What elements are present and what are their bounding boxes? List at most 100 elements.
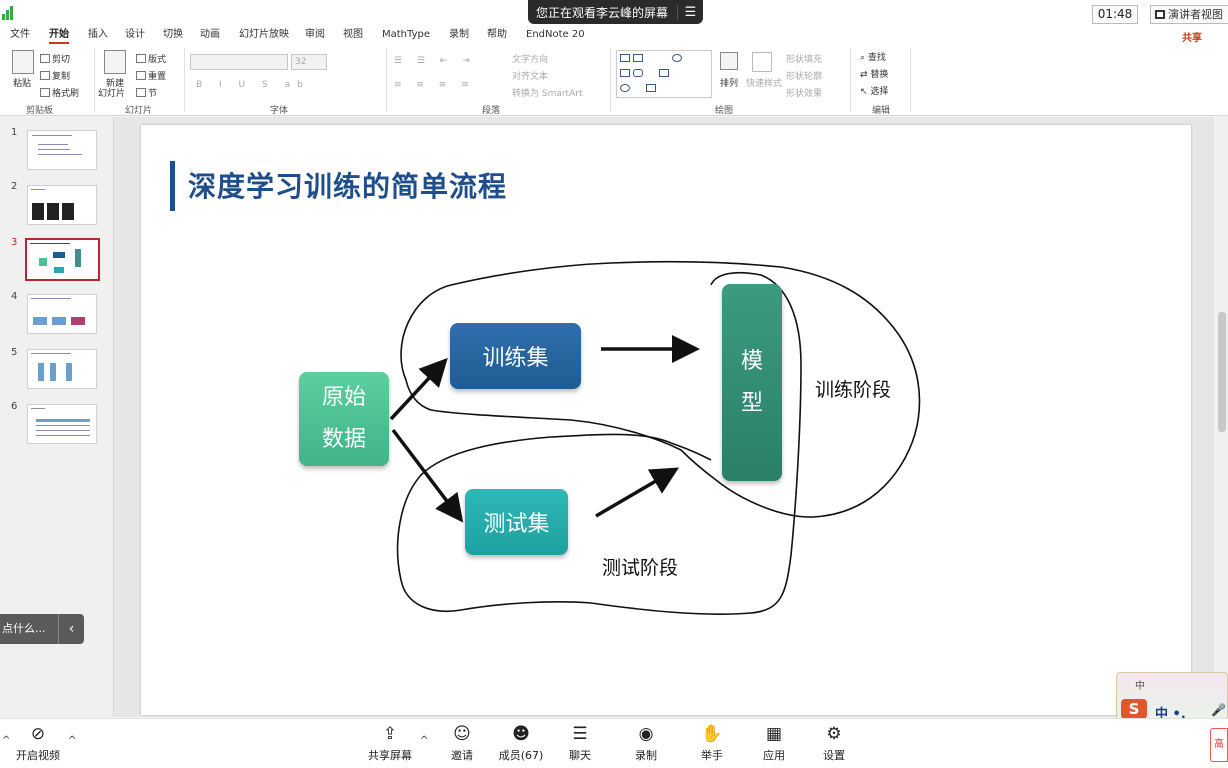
circle-icon[interactable] [620, 84, 630, 92]
text-direction-button[interactable]: 文字方向 [512, 52, 548, 65]
shape-effects-button[interactable]: 形状效果 [786, 86, 822, 99]
font-size-select[interactable]: 32 [291, 54, 327, 70]
thumb-number: 5 [11, 347, 18, 358]
chat-button[interactable]: ☰ 聊天 [550, 723, 610, 763]
shape-outline-button[interactable]: 形状轮廓 [786, 69, 822, 82]
rectangle-icon[interactable] [620, 69, 630, 77]
group-divider [910, 48, 911, 112]
paste-icon[interactable] [12, 50, 34, 74]
tab-transitions[interactable]: 切换 [163, 28, 183, 42]
share-screen-button[interactable]: ⇪ 共享屏幕 [360, 723, 420, 763]
paste-label[interactable]: 粘贴 [13, 76, 31, 89]
convert-smartart-button[interactable]: 转换为 SmartArt [512, 86, 582, 99]
quick-styles-icon[interactable] [752, 52, 772, 72]
tab-home[interactable]: 开始 [49, 28, 69, 44]
raise-hand-button[interactable]: ✋ 举手 [682, 723, 742, 763]
new-slide-label-2[interactable]: 幻灯片 [98, 86, 125, 99]
slide-thumbnail-3[interactable] [25, 238, 100, 281]
shapes-gallery[interactable] [616, 50, 712, 98]
tab-review[interactable]: 审阅 [305, 28, 325, 42]
chevron-up-icon[interactable]: ^ [420, 735, 428, 746]
slide[interactable]: 深度学习训练的简单流程 原始 数据 训练集 测试集 模 型 训练阶段 测试阶段 [141, 125, 1191, 715]
shape-fill-button[interactable]: 形状填充 [786, 52, 822, 65]
chat-label: 聊天 [569, 749, 591, 762]
settings-button[interactable]: ⚙ 设置 [804, 723, 864, 763]
layout-button[interactable]: 版式 [136, 52, 166, 65]
group-divider [610, 48, 611, 112]
presenter-view-button[interactable]: 演讲者视图 [1150, 5, 1228, 24]
copy-button[interactable]: 复制 [40, 69, 70, 82]
test-set-box[interactable]: 测试集 [465, 489, 568, 555]
arrange-label[interactable]: 排列 [720, 76, 738, 89]
rounded-rect-icon[interactable] [633, 69, 643, 77]
training-stage-label[interactable]: 训练阶段 [815, 375, 891, 402]
scrollbar-thumb[interactable] [1218, 312, 1226, 432]
format-painter-button[interactable]: 格式刷 [40, 86, 79, 99]
tab-slideshow[interactable]: 幻灯片放映 [239, 28, 289, 42]
raise-hand-label: 举手 [701, 749, 723, 762]
slide-thumbnail-6[interactable] [27, 404, 97, 444]
apps-grid-icon: ▦ [765, 724, 783, 744]
model-box[interactable]: 模 型 [722, 284, 782, 481]
testing-stage-label[interactable]: 测试阶段 [602, 553, 678, 580]
raw-data-line1: 原始 [321, 385, 366, 410]
textbox-vertical-icon[interactable] [633, 54, 643, 62]
arrow-test-to-model [595, 467, 680, 518]
align-buttons[interactable]: ≡ ≡ ≡ ≡ [394, 80, 475, 90]
tab-help[interactable]: 帮助 [487, 28, 507, 42]
slide-thumbnail-2[interactable] [27, 185, 97, 225]
ime-toolbar[interactable]: 中 S 中 •, 🎤 [1116, 672, 1228, 722]
microphone-icon[interactable]: 🎤 [1211, 703, 1226, 717]
align-text-button[interactable]: 对齐文本 [512, 69, 548, 82]
invite-button[interactable]: ☺ 邀请 [432, 723, 492, 763]
textbox-icon[interactable] [620, 54, 630, 62]
quick-styles-label[interactable]: 快速样式 [746, 76, 782, 89]
brush-icon [40, 88, 50, 97]
chevron-up-icon[interactable]: ^ [68, 735, 76, 746]
new-slide-icon[interactable] [104, 50, 126, 74]
thumb-number: 4 [11, 291, 18, 302]
font-format-buttons[interactable]: B I U S ab [196, 80, 310, 90]
chevron-left-icon[interactable]: ‹ [58, 614, 84, 644]
tab-mathtype[interactable]: MathType [382, 28, 430, 42]
screen-share-banner[interactable]: 您正在观看李云峰的屏幕 ☰ [528, 0, 703, 24]
slide-thumbnail-4[interactable] [27, 294, 97, 334]
reset-button[interactable]: 重置 [136, 69, 166, 82]
section-label: 节 [148, 89, 158, 99]
oval-icon[interactable] [672, 54, 682, 62]
list-buttons[interactable]: ☰ ☰ ⇤ ⇥ [394, 56, 476, 66]
slide-thumbnail-5[interactable] [27, 349, 97, 389]
tab-design[interactable]: 设计 [125, 28, 145, 42]
search-tooltip[interactable]: 点什么... ‹ [0, 614, 84, 644]
tab-file[interactable]: 文件 [10, 28, 30, 42]
tab-record[interactable]: 录制 [449, 28, 469, 42]
train-set-box[interactable]: 训练集 [450, 323, 581, 389]
tab-endnote[interactable]: EndNote 20 [526, 28, 585, 42]
side-chip[interactable]: 高 [1210, 728, 1228, 762]
tab-insert[interactable]: 插入 [88, 28, 108, 42]
select-button[interactable]: ↖ 选择 [860, 84, 888, 97]
video-button[interactable]: ⊘ 开启视频 [8, 723, 68, 763]
arrange-icon[interactable] [720, 52, 738, 70]
vertical-scrollbar[interactable] [1216, 117, 1228, 717]
font-family-select[interactable] [190, 54, 288, 70]
apps-button[interactable]: ▦ 应用 [744, 723, 804, 763]
raw-data-box[interactable]: 原始 数据 [299, 372, 389, 466]
sogou-logo-icon[interactable]: S [1121, 699, 1147, 719]
slide-thumbnail-1[interactable] [27, 130, 97, 170]
tab-view[interactable]: 视图 [343, 28, 363, 42]
find-button[interactable]: ⌕ 查找 [860, 50, 886, 63]
replace-button[interactable]: ⇄ 替换 [860, 67, 888, 80]
cut-button[interactable]: 剪切 [40, 52, 70, 65]
record-button[interactable]: ◉ 录制 [616, 723, 676, 763]
curve-icon[interactable] [646, 84, 656, 92]
model-line1: 模 [740, 348, 763, 374]
section-button[interactable]: 节 [136, 86, 157, 99]
share-button[interactable]: 共享 [1182, 29, 1202, 44]
members-button[interactable]: ☻ 成员(67) [491, 723, 551, 763]
arrow-shape-icon[interactable] [659, 69, 669, 77]
group-divider [94, 48, 95, 112]
banner-menu-icon[interactable]: ☰ [677, 4, 703, 20]
tab-animations[interactable]: 动画 [200, 28, 220, 42]
paragraph-group-label: 段落 [482, 106, 501, 116]
